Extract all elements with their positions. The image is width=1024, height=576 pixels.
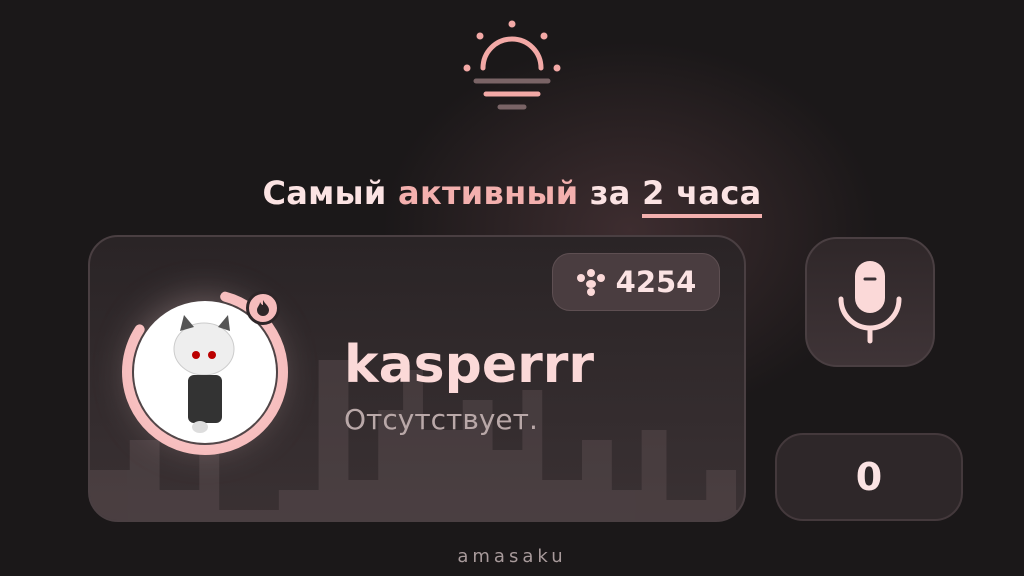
brand-footer: amasaku xyxy=(457,546,567,567)
points-value: 4254 xyxy=(615,265,697,299)
flame-badge xyxy=(246,291,280,325)
sunrise-icon xyxy=(463,20,561,110)
avatar-progress xyxy=(120,287,290,457)
voice-counter: 0 xyxy=(775,433,963,521)
voice-count-value: 0 xyxy=(855,455,883,499)
title-text-2: за xyxy=(589,174,631,212)
community-icon xyxy=(576,269,605,296)
flame-icon xyxy=(257,300,269,316)
username: kasperrr xyxy=(344,335,595,395)
microphone-icon xyxy=(838,261,902,344)
top-user-card: 4254 kasperrr Отсутствует. xyxy=(88,235,746,522)
page-title: Самый активный за 2 часа xyxy=(0,174,1024,218)
user-status: Отсутствует. xyxy=(344,403,538,436)
title-text: Самый xyxy=(262,174,387,212)
title-accent: активный xyxy=(398,174,579,212)
microphone-button[interactable] xyxy=(805,237,935,367)
title-period: 2 часа xyxy=(642,174,762,218)
points-badge: 4254 xyxy=(552,253,720,311)
